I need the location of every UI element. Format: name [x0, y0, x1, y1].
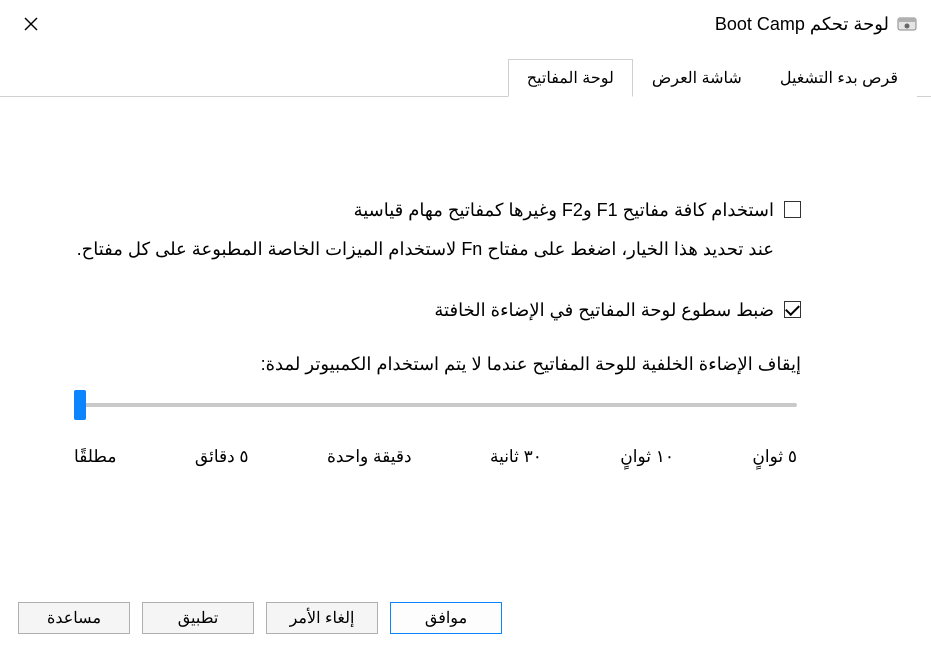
tab-content: استخدام كافة مفاتيح F1 وF2 وغيرها كمفاتي…	[0, 97, 931, 590]
tick-10s: ١٠ ثوانٍ	[620, 447, 674, 467]
slider-thumb[interactable]	[74, 390, 86, 420]
content-inner: استخدام كافة مفاتيح F1 وF2 وغيرها كمفاتي…	[70, 137, 801, 467]
window-root: لوحة تحكم Boot Camp قرص بدء التشغيل شاشة…	[0, 0, 931, 652]
apply-button[interactable]: تطبيق	[142, 602, 254, 634]
close-button[interactable]	[14, 10, 48, 38]
tick-30s: ٣٠ ثانية	[490, 447, 542, 467]
tab-keyboard[interactable]: لوحة المفاتيح	[508, 59, 633, 97]
tick-5s: ٥ ثوانٍ	[752, 447, 797, 467]
tab-startup-disk[interactable]: قرص بدء التشغيل	[761, 59, 917, 97]
fn-keys-option: استخدام كافة مفاتيح F1 وF2 وغيرها كمفاتي…	[70, 197, 801, 224]
window-title: لوحة تحكم Boot Camp	[715, 14, 889, 35]
fn-keys-description: عند تحديد هذا الخيار، اضغط على مفتاح Fn …	[70, 236, 774, 263]
fn-keys-label: استخدام كافة مفاتيح F1 وF2 وغيرها كمفاتي…	[354, 197, 774, 224]
tick-5m: ٥ دقائق	[195, 447, 249, 467]
app-icon	[897, 14, 917, 34]
button-row: مساعدة تطبيق إلغاء الأمر موافق	[0, 590, 931, 652]
backlight-checkbox[interactable]	[784, 301, 801, 318]
slider-label: إيقاف الإضاءة الخلفية للوحة المفاتيح عند…	[70, 354, 801, 375]
slider-ticks: ٥ ثوانٍ ١٠ ثوانٍ ٣٠ ثانية دقيقة واحدة ٥ …	[74, 447, 797, 467]
fn-keys-checkbox[interactable]	[784, 201, 801, 218]
close-icon	[24, 17, 38, 31]
ok-button[interactable]: موافق	[390, 602, 502, 634]
cancel-button[interactable]: إلغاء الأمر	[266, 602, 378, 634]
backlight-option: ضبط سطوع لوحة المفاتيح في الإضاءة الخافت…	[70, 297, 801, 324]
slider-track[interactable]	[74, 403, 797, 407]
titlebar-title-group: لوحة تحكم Boot Camp	[715, 14, 917, 35]
backlight-label: ضبط سطوع لوحة المفاتيح في الإضاءة الخافت…	[434, 297, 774, 324]
tabs-row: قرص بدء التشغيل شاشة العرض لوحة المفاتيح	[0, 58, 931, 97]
slider-container: ٥ ثوانٍ ١٠ ثوانٍ ٣٠ ثانية دقيقة واحدة ٥ …	[74, 403, 797, 467]
titlebar: لوحة تحكم Boot Camp	[0, 0, 931, 44]
help-button[interactable]: مساعدة	[18, 602, 130, 634]
tick-never: مطلقًا	[74, 447, 116, 467]
tab-display[interactable]: شاشة العرض	[633, 59, 761, 97]
tick-1m: دقيقة واحدة	[327, 447, 412, 467]
